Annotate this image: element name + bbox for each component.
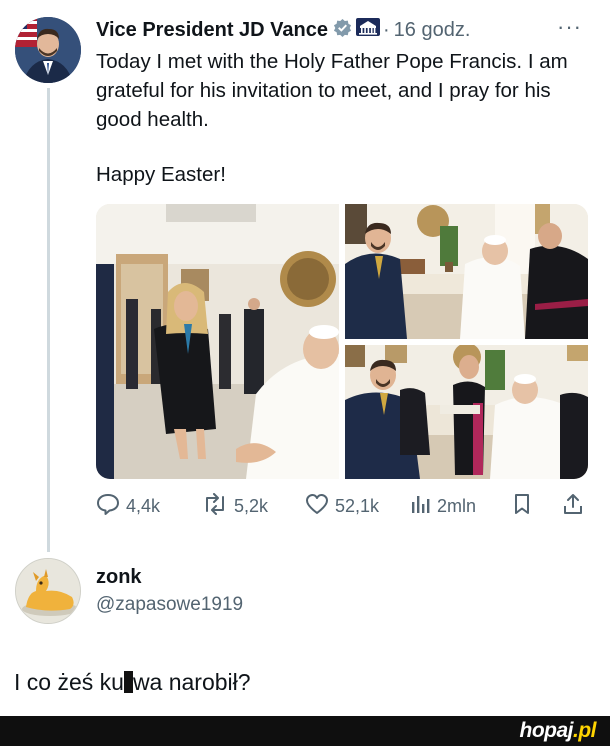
tweet-header: Vice President JD Vance · 16 godz. ··· bbox=[96, 14, 596, 44]
repost-button[interactable]: 5,2k bbox=[202, 493, 268, 520]
photo-greeting[interactable] bbox=[96, 204, 339, 479]
bookmark-button[interactable] bbox=[512, 493, 532, 520]
share-button[interactable] bbox=[562, 493, 584, 520]
more-options-icon[interactable]: ··· bbox=[557, 14, 582, 40]
repost-icon bbox=[202, 493, 228, 520]
tweet-time[interactable]: 16 godz. bbox=[394, 19, 471, 42]
reply-author-avatar[interactable] bbox=[15, 558, 81, 624]
white-house-icon bbox=[355, 18, 380, 42]
author-avatar[interactable] bbox=[15, 17, 81, 83]
verified-badge-icon bbox=[333, 18, 352, 43]
views-button[interactable]: 2mln bbox=[409, 493, 476, 520]
like-button[interactable]: 52,1k bbox=[305, 493, 379, 520]
tweet-text: Today I met with the Holy Father Pope Fr… bbox=[96, 50, 568, 131]
reply-count: 4,4k bbox=[126, 496, 161, 516]
caption-comment: I co żeś ku wa narobił? bbox=[14, 669, 251, 696]
author-name[interactable]: Vice President JD Vance bbox=[96, 19, 328, 42]
reply-author-name[interactable]: zonk bbox=[96, 566, 142, 589]
tweet-action-bar: 4,4k 5,2k 52,1k 2mln bbox=[96, 493, 596, 523]
censor-bar bbox=[123, 671, 133, 693]
photo-meeting[interactable] bbox=[345, 204, 588, 339]
like-count: 52,1k bbox=[335, 496, 380, 516]
logo-suffix: .pl bbox=[573, 719, 597, 742]
separator-dot: · bbox=[382, 18, 390, 41]
repost-count: 5,2k bbox=[234, 496, 269, 516]
bookmark-icon bbox=[512, 493, 532, 520]
heart-icon bbox=[305, 493, 329, 520]
photo-gift-exchange[interactable] bbox=[345, 345, 588, 479]
reply-author-handle[interactable]: @zapasowe1919 bbox=[96, 594, 243, 616]
thread-line bbox=[47, 88, 50, 552]
caption-text-start: I co żeś ku bbox=[14, 669, 124, 695]
share-icon bbox=[562, 493, 584, 520]
logo-main: hopaj bbox=[519, 719, 574, 742]
tweet-media-grid[interactable] bbox=[96, 204, 588, 479]
view-count: 2mln bbox=[437, 496, 477, 516]
tweet-text-greeting: Happy Easter! bbox=[96, 163, 226, 186]
views-chart-icon bbox=[409, 493, 431, 520]
footer-bar: hopaj.pl bbox=[0, 716, 610, 746]
caption-text-end: wa narobił? bbox=[132, 669, 251, 695]
reply-button[interactable]: 4,4k bbox=[96, 493, 160, 520]
comment-icon bbox=[96, 493, 120, 520]
site-logo[interactable]: hopaj.pl bbox=[520, 719, 597, 743]
